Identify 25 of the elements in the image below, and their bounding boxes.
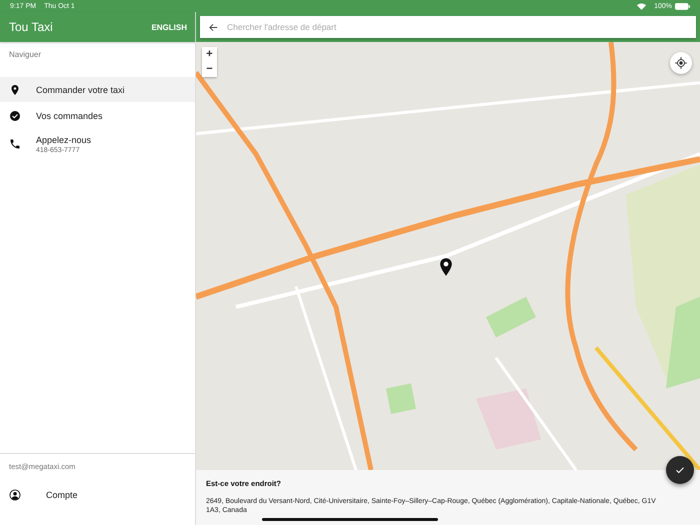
- account-label: Compte: [46, 490, 78, 500]
- map-pin-icon: [439, 257, 453, 277]
- section-label: Naviguer: [8, 49, 42, 61]
- nav-item[interactable]: Commander votre taxi: [0, 77, 195, 102]
- app-title: Tou Taxi: [9, 20, 53, 34]
- nav-item-label: Appelez-nous: [36, 134, 92, 144]
- my-location-icon: [674, 56, 688, 70]
- confirm-button[interactable]: [666, 456, 694, 484]
- wifi-icon: [637, 2, 646, 10]
- account-icon: [9, 489, 21, 501]
- location-pin-icon: [9, 84, 21, 96]
- check-circle-icon: [9, 110, 21, 122]
- back-arrow-icon[interactable]: [208, 22, 219, 32]
- phone-icon: [9, 138, 21, 150]
- nav-item[interactable]: Vos commandes: [0, 102, 195, 130]
- land-area: [476, 388, 541, 450]
- park-area: [386, 383, 416, 414]
- nav-item-label: Commander votre taxi: [36, 84, 125, 94]
- nav-item-label: Vos commandes: [36, 111, 103, 121]
- battery-icon: [675, 2, 690, 10]
- park-area: [486, 296, 536, 338]
- zoom-out-button[interactable]: −: [202, 62, 217, 77]
- account-item[interactable]: Compte: [0, 489, 195, 525]
- zoom-in-button[interactable]: +: [202, 47, 217, 62]
- search-field[interactable]: Chercher l'adresse de départ: [200, 16, 696, 38]
